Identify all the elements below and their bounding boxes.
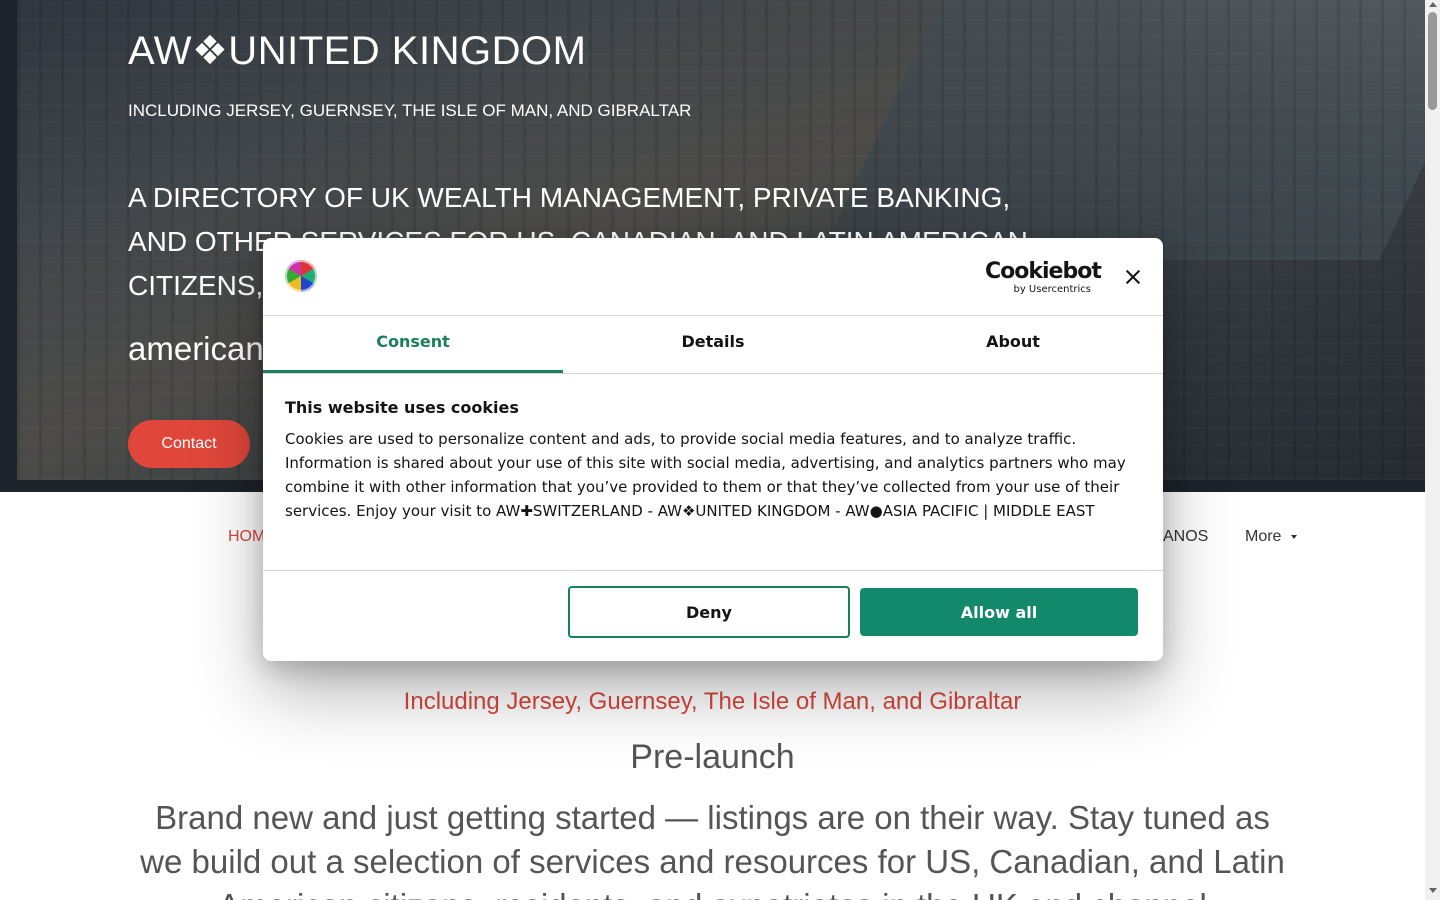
site-globe-logo-icon [285, 260, 317, 292]
allow-all-button[interactable]: Allow all [860, 588, 1138, 636]
cookiebot-logo-sub: by Usercentrics [1013, 284, 1091, 295]
tab-details[interactable]: Details [563, 316, 863, 373]
contact-button[interactable]: Contact [128, 420, 250, 468]
scroll-down-arrow-icon[interactable] [1429, 888, 1437, 893]
scroll-up-arrow-icon[interactable] [1429, 2, 1437, 7]
cookiebot-logo: Cookiebot by Usercentrics [985, 259, 1102, 296]
close-icon[interactable] [1121, 265, 1145, 289]
prelaunch-heading: Pre-launch [630, 738, 795, 776]
intro-paragraph: Brand new and just getting started — lis… [140, 799, 1285, 900]
section-subheading: Including Jersey, Guernsey, The Isle of … [403, 688, 1022, 715]
tab-about[interactable]: About [863, 316, 1163, 373]
scrollbar-thumb[interactable] [1428, 12, 1437, 110]
nav-item-home[interactable]: HOM [228, 528, 265, 546]
scrollbar-track[interactable] [1425, 0, 1440, 900]
cookie-heading: This website uses cookies [285, 398, 519, 417]
deny-button[interactable]: Deny [568, 586, 850, 638]
hero-frame-left [0, 0, 17, 492]
cookie-consent-dialog: Cookiebot by Usercentrics Consent Detail… [263, 238, 1163, 661]
divider [263, 373, 1163, 374]
cookie-description: Cookies are used to personalize content … [285, 430, 1126, 520]
nav-more-dropdown[interactable]: More [1245, 528, 1298, 546]
divider [263, 570, 1163, 571]
hero-rotating-text: american [128, 330, 264, 367]
tab-consent[interactable]: Consent [263, 316, 563, 373]
nav-item-partial[interactable]: ANOS [1163, 528, 1208, 546]
nav-more-label: More [1245, 528, 1282, 545]
caret-down-icon [1291, 534, 1298, 539]
site-title: AW❖UNITED KINGDOM [128, 29, 587, 73]
cookiebot-logo-main: Cookiebot [985, 259, 1102, 284]
site-subtitle: INCLUDING JERSEY, GUERNSEY, THE ISLE OF … [128, 101, 692, 120]
